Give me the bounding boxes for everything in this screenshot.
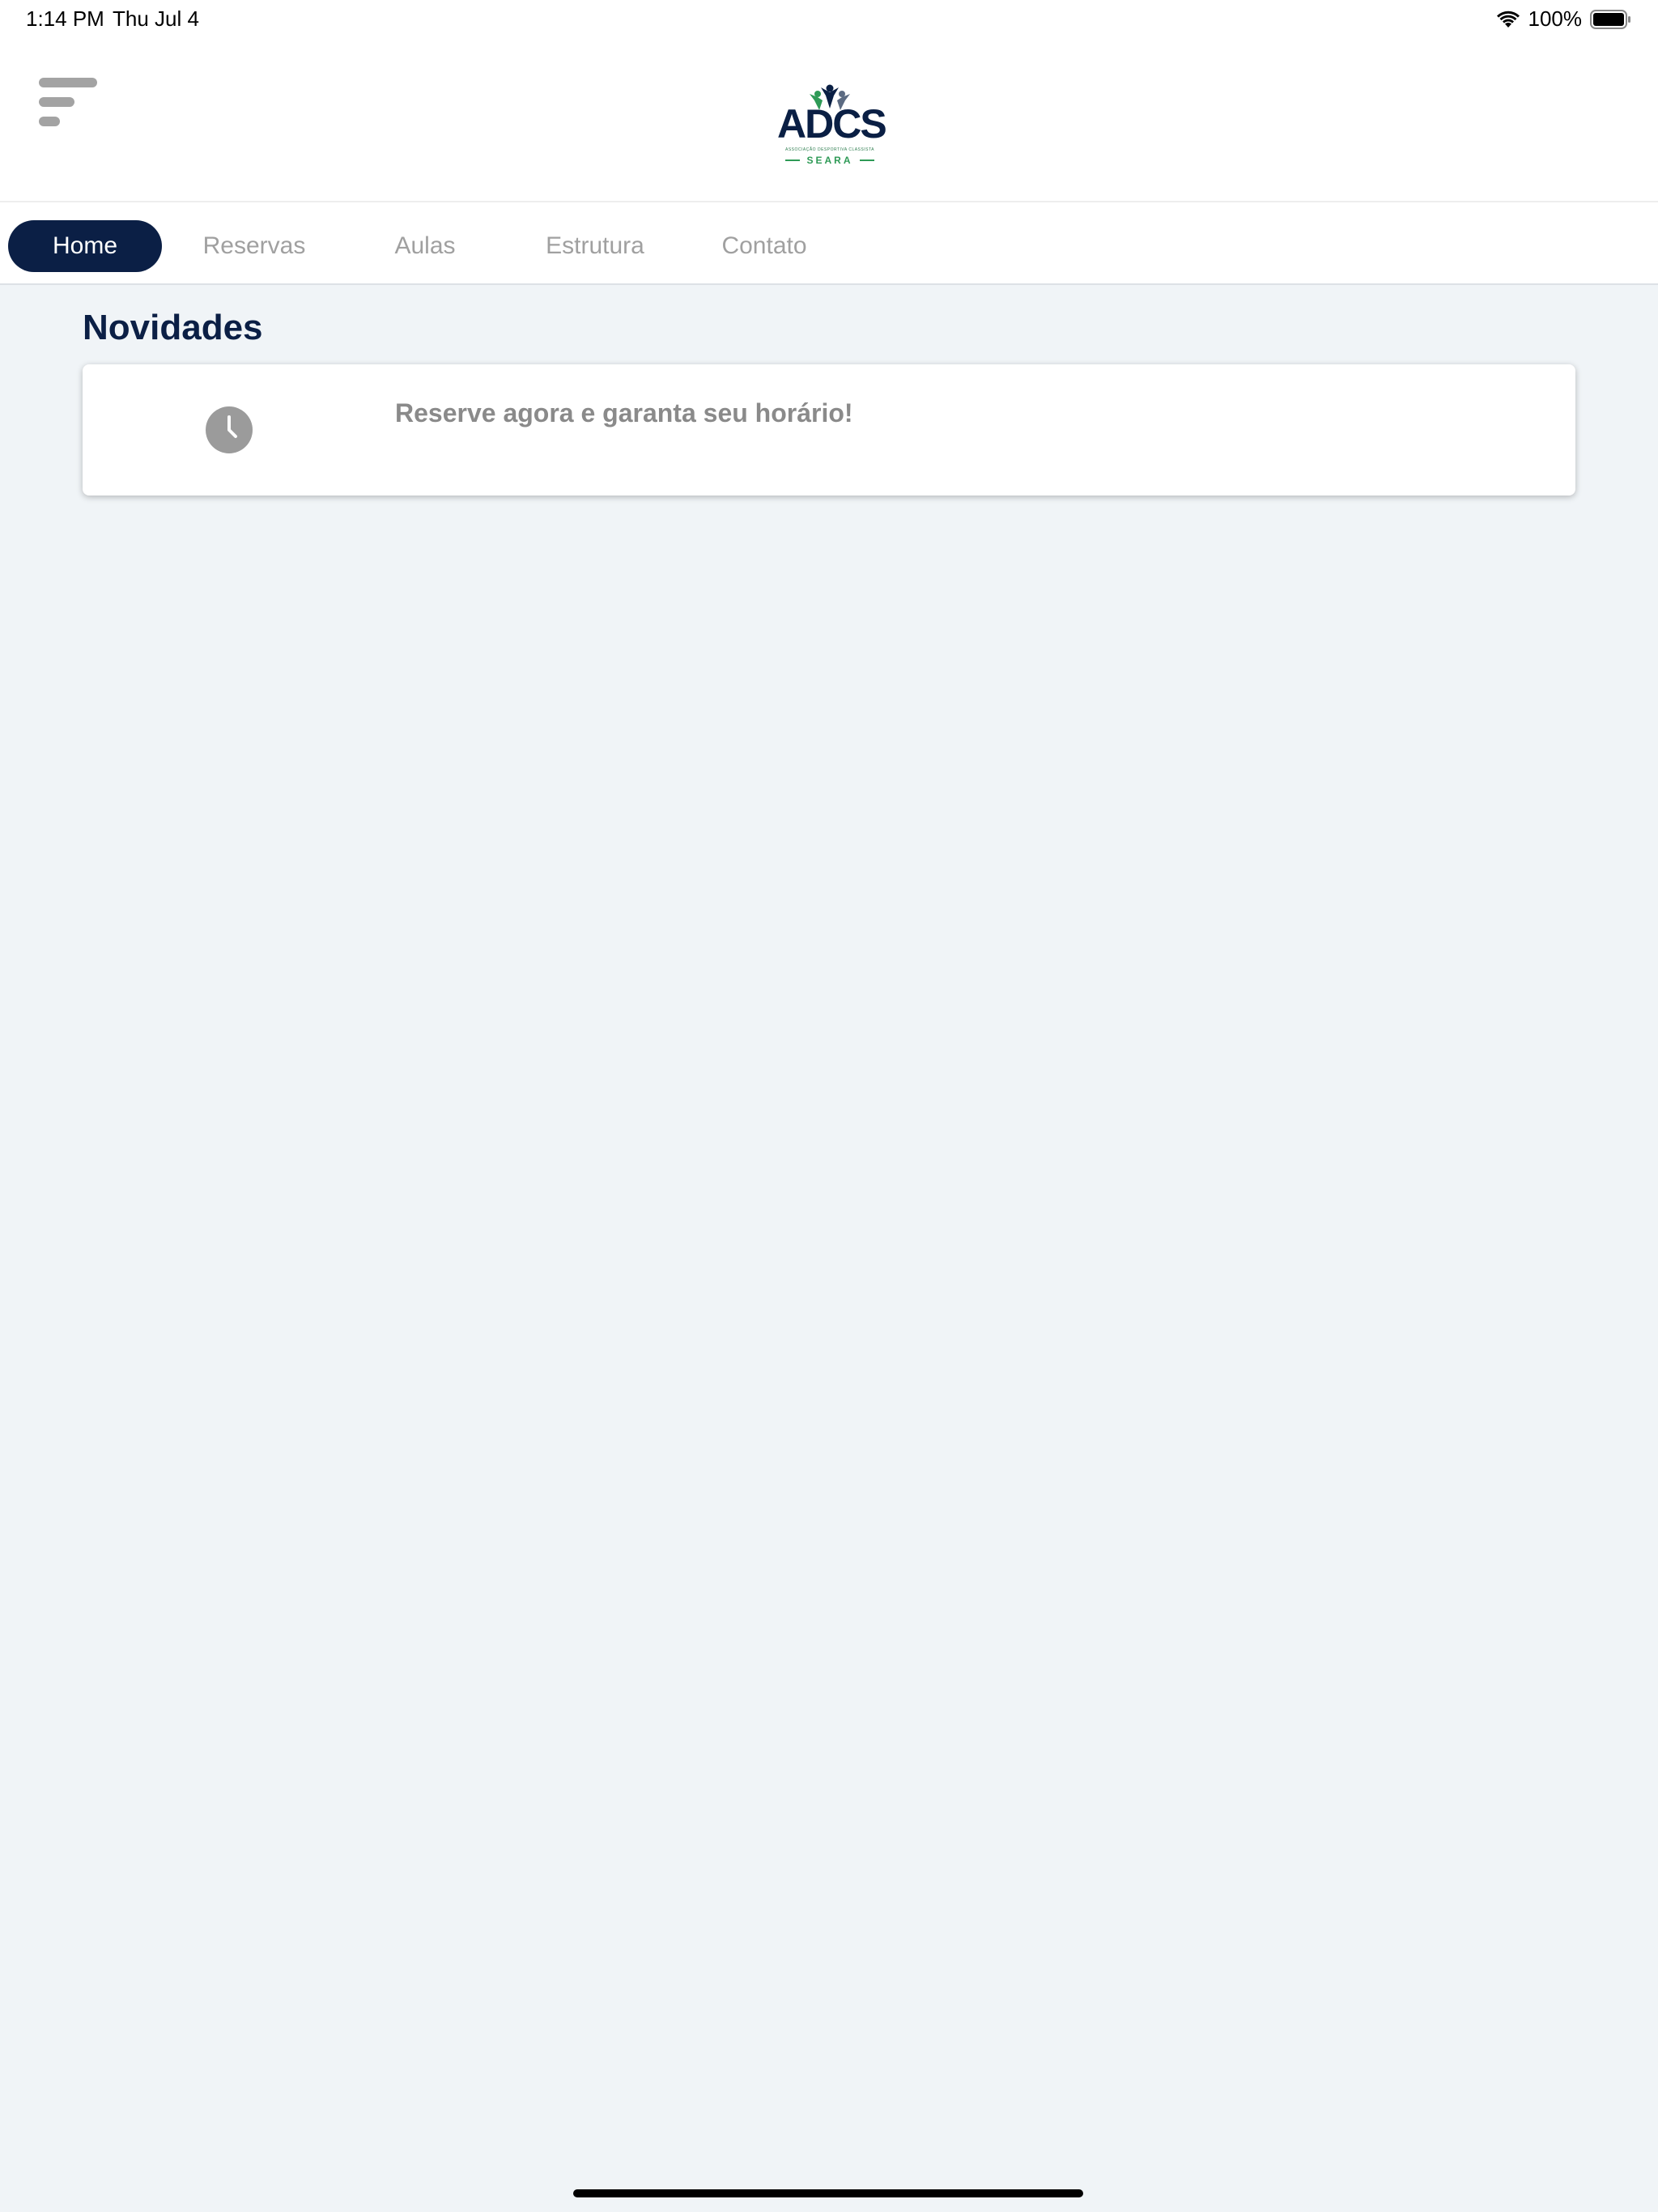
tab-reservas[interactable]: Reservas <box>173 220 335 272</box>
tab-contato[interactable]: Contato <box>691 220 837 272</box>
app-screen: 1:14 PM Thu Jul 4 100% ADCS ASSOCIAÇÃO D… <box>0 0 1658 2212</box>
logo-text: ADCS <box>777 101 887 147</box>
status-bar: 1:14 PM Thu Jul 4 100% <box>0 0 1658 39</box>
tab-bar: Home Reservas Aulas Estrutura Contato <box>0 201 1658 285</box>
section-title: Novidades <box>83 308 263 347</box>
app-header: ADCS ASSOCIAÇÃO DESPORTIVA CLASSISTA SEA… <box>0 39 1658 201</box>
menu-icon[interactable] <box>39 78 99 130</box>
tab-home[interactable]: Home <box>8 220 162 272</box>
battery-percent: 100% <box>1528 6 1583 31</box>
clock-icon <box>206 406 253 453</box>
tab-estrutura[interactable]: Estrutura <box>518 220 672 272</box>
battery-icon <box>1590 9 1632 30</box>
tab-aulas[interactable]: Aulas <box>356 220 494 272</box>
news-card[interactable]: Reserve agora e garanta seu horário! <box>83 364 1575 496</box>
home-indicator[interactable] <box>573 2189 1083 2197</box>
status-indicators: 100% <box>1496 6 1633 32</box>
status-time: 1:14 PM <box>26 6 104 31</box>
news-text: Reserve agora e garanta seu horário! <box>395 398 853 428</box>
logo-tagline-row: SEARA <box>777 152 882 168</box>
wifi-icon <box>1496 10 1520 29</box>
status-date: Thu Jul 4 <box>113 6 199 31</box>
logo-tagline: SEARA <box>806 155 853 166</box>
adcs-logo: ADCS ASSOCIAÇÃO DESPORTIVA CLASSISTA SEA… <box>777 84 887 168</box>
